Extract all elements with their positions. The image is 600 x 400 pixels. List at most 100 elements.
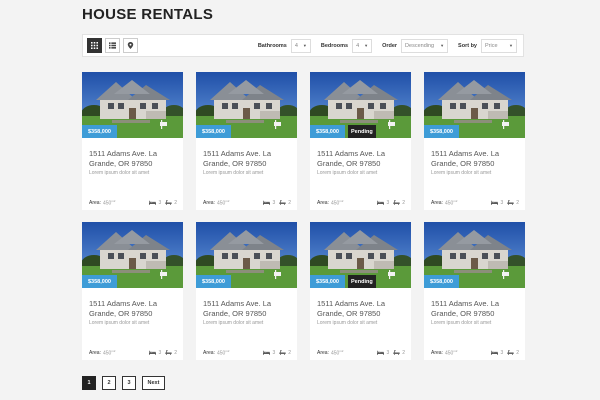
listing-meta: Area: 450m2 3 2: [203, 199, 291, 207]
listing-meta: Area: 450m2 3 2: [431, 349, 519, 357]
map-view-button[interactable]: [123, 38, 138, 53]
bedroom-count: 3: [158, 349, 162, 356]
price-badge: $358,000: [196, 125, 231, 138]
bed-icon: [377, 351, 385, 356]
grid-icon: [91, 42, 98, 49]
bedroom-count: 3: [386, 199, 390, 206]
bed-icon: [263, 351, 271, 356]
chevron-down-icon: ▼: [440, 43, 445, 48]
area-value: 450m2: [330, 199, 344, 207]
listing-address[interactable]: 1511 Adams Ave. La Grande, OR 97850: [89, 299, 181, 319]
map-pin-icon: [127, 42, 134, 49]
bath-icon: [507, 200, 514, 206]
page-title: HOUSE RENTALS: [82, 6, 214, 23]
listing-description: Lorem ipsum dolor sit amet: [317, 170, 378, 176]
area-value: 450m2: [444, 199, 458, 207]
listing-card[interactable]: $358,000 Pending 1511 Adams Ave. La Gran…: [310, 72, 411, 210]
listing-description: Lorem ipsum dolor sit amet: [203, 170, 264, 176]
area-value: 450m2: [102, 199, 116, 207]
status-badge: Pending: [348, 275, 376, 288]
bedroom-count: 3: [500, 199, 504, 206]
chevron-down-icon: ▼: [302, 43, 307, 48]
area-label: Area:: [89, 199, 101, 206]
area-value: 450m2: [444, 349, 458, 357]
bed-icon: [491, 201, 499, 206]
listing-card[interactable]: $358,000 1511 Adams Ave. La Grande, OR 9…: [196, 72, 297, 210]
listing-media: $358,000: [424, 222, 525, 288]
bedroom-count: 3: [272, 199, 276, 206]
listing-media: $358,000: [424, 72, 525, 138]
bath-icon: [165, 350, 172, 356]
bedroom-count: 3: [500, 349, 504, 356]
page-button-2[interactable]: 2: [102, 376, 116, 390]
listing-card[interactable]: $358,000 1511 Adams Ave. La Grande, OR 9…: [82, 222, 183, 360]
page-button-1[interactable]: 1: [82, 376, 96, 390]
sort-by-select[interactable]: Price ▼: [481, 38, 517, 53]
bath-icon: [279, 350, 286, 356]
listing-description: Lorem ipsum dolor sit amet: [203, 320, 264, 326]
listing-description: Lorem ipsum dolor sit amet: [431, 320, 492, 326]
bedrooms-select[interactable]: 4 ▼: [352, 38, 373, 53]
page-button-3[interactable]: 3: [122, 376, 136, 390]
bedroom-count: 3: [272, 349, 276, 356]
bed-icon: [149, 351, 157, 356]
bathroom-count: 2: [402, 199, 405, 206]
listing-address[interactable]: 1511 Adams Ave. La Grande, OR 97850: [89, 149, 181, 169]
price-badge: $358,000: [310, 275, 345, 288]
area-label: Area:: [203, 199, 215, 206]
area-value: 450m2: [216, 349, 230, 357]
listing-description: Lorem ipsum dolor sit amet: [317, 320, 378, 326]
listing-address[interactable]: 1511 Adams Ave. La Grande, OR 97850: [431, 299, 523, 319]
listing-meta: Area: 450m2 3 2: [89, 349, 177, 357]
price-badge: $358,000: [82, 275, 117, 288]
bed-icon: [377, 201, 385, 206]
area-label: Area:: [203, 349, 215, 356]
listing-toolbar: Bathrooms 4 ▼ Bedrooms 4 ▼ Order Descend…: [82, 34, 524, 57]
listing-meta: Area: 450m2 3 2: [89, 199, 177, 207]
listing-media: $358,000: [196, 72, 297, 138]
bathroom-count: 2: [174, 349, 177, 356]
bedroom-count: 3: [386, 349, 390, 356]
price-badge: $358,000: [310, 125, 345, 138]
listing-card[interactable]: $358,000 1511 Adams Ave. La Grande, OR 9…: [82, 72, 183, 210]
status-badge: Pending: [348, 125, 376, 138]
bathroom-count: 2: [288, 199, 291, 206]
listing-card[interactable]: $358,000 Pending 1511 Adams Ave. La Gran…: [310, 222, 411, 360]
area-label: Area:: [89, 349, 101, 356]
bathroom-count: 2: [516, 199, 519, 206]
list-view-button[interactable]: [105, 38, 120, 53]
sort-by-select-value: Price: [485, 42, 498, 49]
listing-address[interactable]: 1511 Adams Ave. La Grande, OR 97850: [317, 149, 409, 169]
listing-address[interactable]: 1511 Adams Ave. La Grande, OR 97850: [431, 149, 523, 169]
area-label: Area:: [431, 199, 443, 206]
area-label: Area:: [317, 349, 329, 356]
bath-icon: [507, 350, 514, 356]
price-badge: $358,000: [82, 125, 117, 138]
listing-card[interactable]: $358,000 1511 Adams Ave. La Grande, OR 9…: [424, 72, 525, 210]
bedroom-count: 3: [158, 199, 162, 206]
list-icon: [109, 42, 116, 49]
listing-address[interactable]: 1511 Adams Ave. La Grande, OR 97850: [203, 299, 295, 319]
chevron-down-icon: ▼: [509, 43, 513, 48]
bathrooms-select[interactable]: 4 ▼: [290, 38, 311, 53]
listing-address[interactable]: 1511 Adams Ave. La Grande, OR 97850: [317, 299, 409, 319]
listing-meta: Area: 450m2 3 2: [317, 199, 405, 207]
order-label: Order: [382, 42, 398, 49]
bathroom-count: 2: [174, 199, 177, 206]
bath-icon: [279, 200, 286, 206]
area-label: Area:: [317, 199, 329, 206]
price-badge: $358,000: [424, 125, 459, 138]
bath-icon: [393, 200, 400, 206]
listing-media: $358,000: [82, 222, 183, 288]
listing-card[interactable]: $358,000 1511 Adams Ave. La Grande, OR 9…: [424, 222, 525, 360]
listing-media: $358,000 Pending: [310, 222, 411, 288]
price-badge: $358,000: [424, 275, 459, 288]
listing-address[interactable]: 1511 Adams Ave. La Grande, OR 97850: [203, 149, 295, 169]
listing-card[interactable]: $358,000 1511 Adams Ave. La Grande, OR 9…: [196, 222, 297, 360]
grid-view-button[interactable]: [87, 38, 102, 53]
pagination: 1 2 3 Next: [82, 376, 171, 390]
order-select[interactable]: Descending ▼: [401, 38, 449, 53]
next-page-button[interactable]: Next: [142, 376, 165, 390]
chevron-down-icon: ▼: [364, 43, 369, 48]
listing-media: $358,000: [82, 72, 183, 138]
